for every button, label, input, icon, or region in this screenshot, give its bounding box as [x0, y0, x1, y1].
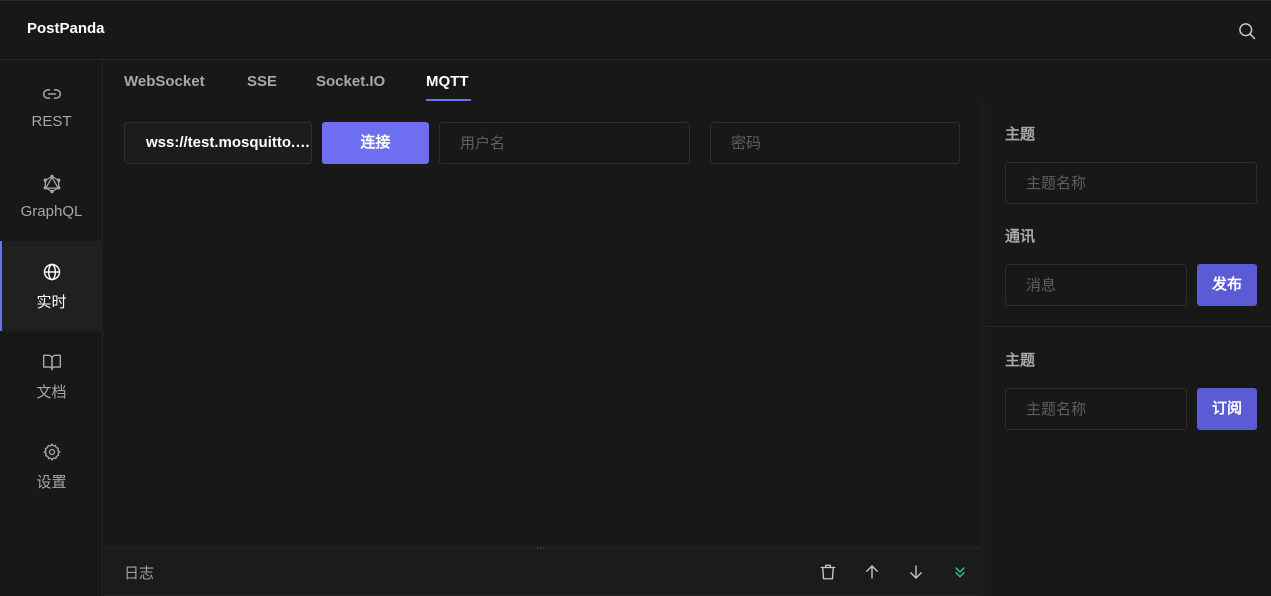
main-pane: wss://test.mosquitto.org:8081 连接 ⋯ 日志: [104, 102, 981, 596]
scroll-bottom-button[interactable]: [904, 560, 928, 584]
app-header: PostPanda: [0, 0, 1271, 60]
mqtt-side-panel: 主题 通讯 发布 主题 订阅: [981, 102, 1271, 596]
sidebar-item-rest[interactable]: REST: [0, 61, 103, 151]
app-root: PostPanda REST GraphQL 实时 文档 设置 WebSocke…: [0, 0, 1271, 596]
protocol-tabs: WebSocket SSE Socket.IO MQTT: [104, 61, 981, 102]
username-field[interactable]: [439, 122, 690, 164]
book-icon: [41, 351, 63, 373]
tab-socketio[interactable]: Socket.IO: [316, 73, 385, 90]
url-input[interactable]: wss://test.mosquitto.org:8081: [124, 122, 312, 164]
tab-sse[interactable]: SSE: [247, 73, 277, 90]
message-label: 通讯: [1005, 228, 1036, 245]
message-input[interactable]: [1005, 264, 1187, 306]
publish-topic-input[interactable]: [1005, 162, 1257, 204]
gear-icon: [41, 441, 63, 463]
connect-button[interactable]: 连接: [322, 122, 429, 164]
clear-log-button[interactable]: [816, 560, 840, 584]
globe-icon: [41, 261, 63, 283]
password-field[interactable]: [710, 122, 960, 164]
publish-topic-label: 主题: [1005, 126, 1036, 143]
arrow-down-icon: [910, 565, 922, 579]
sidebar-item-docs[interactable]: 文档: [0, 331, 103, 421]
subscribe-button[interactable]: 订阅: [1197, 388, 1257, 430]
trash-icon: [820, 564, 836, 580]
log-title: 日志: [124, 565, 155, 582]
sidebar-item-label: GraphQL: [20, 202, 83, 220]
sidebar-item-label: 文档: [36, 383, 67, 401]
publish-button[interactable]: 发布: [1197, 264, 1257, 306]
log-toolbar: 日志: [104, 549, 981, 596]
subscribe-topic-input[interactable]: [1005, 388, 1187, 430]
sidebar-item-label: REST: [31, 112, 72, 130]
link-icon: [41, 83, 63, 105]
panel-divider: [985, 326, 1271, 327]
sidebar-item-label: 实时: [36, 293, 67, 311]
tab-websocket[interactable]: WebSocket: [124, 73, 205, 90]
search-icon: [1239, 23, 1256, 40]
scroll-top-button[interactable]: [860, 560, 884, 584]
arrow-up-icon: [866, 565, 878, 579]
app-title: PostPanda: [27, 20, 105, 37]
sidebar-item-graphql[interactable]: GraphQL: [0, 151, 103, 241]
active-tab-indicator: [426, 99, 471, 101]
sidebar: REST GraphQL 实时 文档 设置: [0, 61, 103, 596]
autoscroll-button[interactable]: [948, 560, 972, 584]
sidebar-item-settings[interactable]: 设置: [0, 421, 103, 511]
search-button[interactable]: [1235, 19, 1259, 43]
chevrons-down-icon: [955, 567, 965, 578]
tab-mqtt[interactable]: MQTT: [426, 73, 469, 90]
sidebar-item-realtime[interactable]: 实时: [0, 241, 103, 331]
graphql-icon: [41, 173, 63, 195]
subscribe-topic-label: 主题: [1005, 352, 1036, 369]
sidebar-item-label: 设置: [36, 473, 67, 491]
